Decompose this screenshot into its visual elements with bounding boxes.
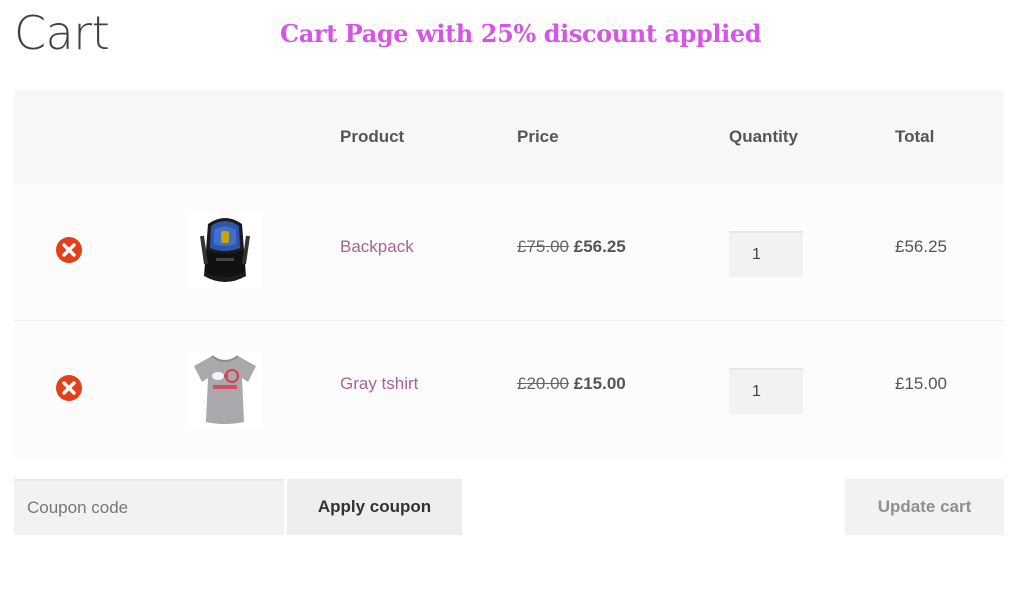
product-link[interactable]: Gray tshirt [340,374,418,393]
price-cell: £20.00 £15.00 [517,374,626,393]
discount-banner: Cart Page with 25% discount applied [280,19,762,48]
remove-item-icon[interactable] [55,374,83,402]
backpack-icon [200,218,250,283]
remove-item-icon[interactable] [55,236,83,264]
coupon-code-input[interactable] [14,479,284,535]
update-cart-button[interactable]: Update cart [845,479,1004,535]
cart-table: Product Price Quantity Total Backpack £7… [14,90,1004,458]
discounted-price: £15.00 [573,374,626,394]
discounted-price: £56.25 [573,236,626,256]
cart-item-row: Backpack £75.00 £56.25 £56.25 [14,184,1004,321]
original-price: £75.00 [517,236,569,256]
product-link[interactable]: Backpack [340,237,414,256]
header-product: Product [340,127,405,146]
quantity-input[interactable] [729,368,803,415]
tshirt-icon [194,354,256,424]
header-remove [14,90,124,184]
header-price: Price [517,127,559,146]
quantity-input[interactable] [729,230,803,277]
header-quantity: Quantity [729,127,798,146]
table-header-row: Product Price Quantity Total [14,90,1004,184]
line-total: £15.00 [895,374,947,394]
backpack-image[interactable] [187,213,263,290]
tshirt-image[interactable] [187,350,263,427]
apply-coupon-button[interactable]: Apply coupon [287,479,462,535]
page-title: Cart [14,6,110,60]
price-cell: £75.00 £56.25 [517,237,626,256]
header-total: Total [895,127,935,146]
line-total: £56.25 [895,236,947,256]
cart-page: Cart Cart Page with 25% discount applied… [0,0,1024,600]
header-thumbnail [124,90,340,184]
original-price: £20.00 [517,374,569,394]
cart-item-row: Gray tshirt £20.00 £15.00 £15.00 [14,320,1004,458]
